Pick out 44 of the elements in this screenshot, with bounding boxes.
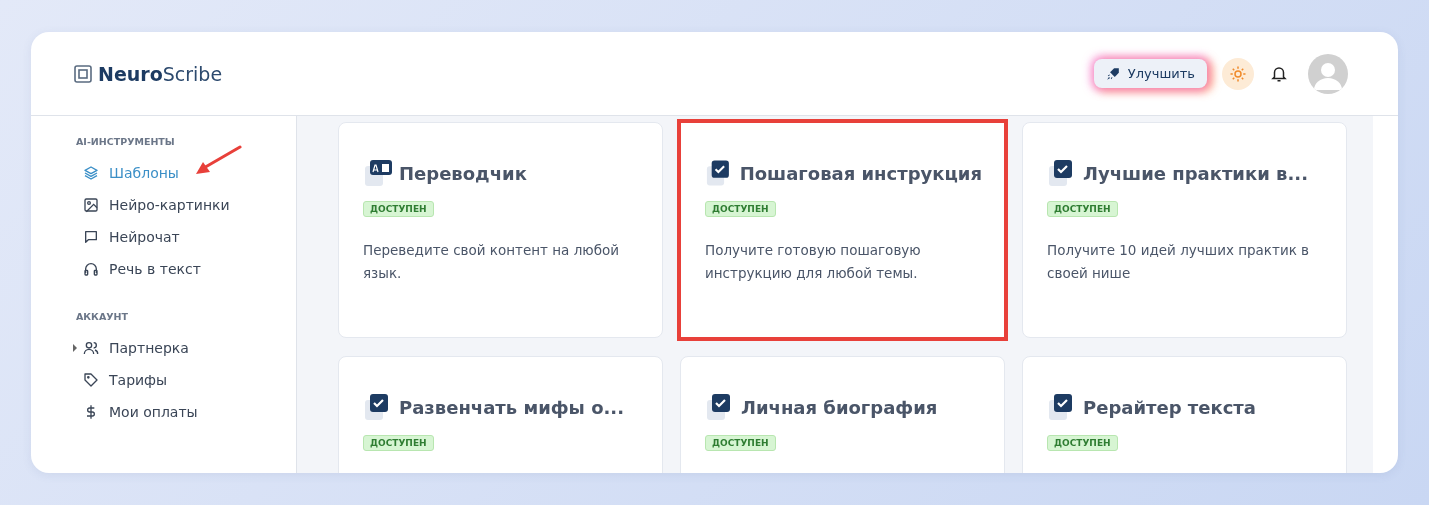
sidebar-item[interactable]: Тарифы: [76, 364, 168, 396]
template-card[interactable]: Переводчик ДОСТУПЕН Переведите свой контент на любой язык.: [338, 122, 663, 338]
logo-icon: [74, 64, 92, 83]
card-title: Пошаговая инструкция: [739, 162, 982, 184]
sidebar-item[interactable]: Нейрочат: [76, 221, 180, 253]
sidebar-item[interactable]: Нейро-картинки: [76, 189, 230, 221]
rocket-icon: [1105, 66, 1120, 81]
sidebar-item[interactable]: Мои оплаты: [76, 396, 198, 428]
availability-badge: ДОСТУПЕН: [363, 201, 434, 217]
sun-icon: [1229, 64, 1247, 83]
sidebar-item[interactable]: Речь в текст: [76, 253, 201, 285]
section-heading: AI-ИНСТРУМЕНТЫ: [76, 136, 176, 147]
headphones-icon: [83, 261, 99, 277]
availability-badge: ДОСТУПЕН: [705, 201, 776, 217]
layers-icon: [83, 165, 99, 181]
template-card[interactable]: Пошаговая инструкция ДОСТУПЕН Получите готовую пошаговую инструкцию для любой темы.: [680, 122, 1005, 338]
upgrade-button[interactable]: Улучшить: [1093, 59, 1207, 88]
image-icon: [83, 197, 99, 213]
card-title: Личная биография: [741, 396, 938, 418]
card-title: Рерайтер текста: [1083, 396, 1256, 418]
tag-icon: [83, 372, 99, 388]
card-title: Лучшие практики в...: [1083, 162, 1308, 184]
users-icon: [83, 340, 99, 356]
template-card[interactable]: Развенчать мифы о... ДОСТУПЕН: [338, 356, 663, 473]
card-title: Переводчик: [399, 162, 527, 184]
theme-toggle[interactable]: [1222, 57, 1254, 90]
avatar[interactable]: [1308, 53, 1348, 94]
chat-bubble-icon: [83, 229, 99, 245]
availability-badge: ДОСТУПЕН: [705, 435, 776, 451]
card-description: Переведите свой контент на любой язык.: [363, 241, 620, 283]
brand-name[interactable]: NeuroScribe: [98, 62, 223, 85]
section-heading: АККАУНТ: [76, 311, 129, 322]
translate-icon: [363, 158, 393, 188]
card-title: Развенчать мифы о...: [399, 396, 625, 418]
availability-badge: ДОСТУПЕН: [363, 435, 434, 451]
availability-badge: ДОСТУПЕН: [1047, 435, 1118, 451]
template-card[interactable]: Лучшие практики в... ДОСТУПЕН Получите 10 идей лучших практик в своей нише: [1022, 122, 1347, 338]
template-card[interactable]: Рерайтер текста ДОСТУПЕН: [1022, 356, 1347, 473]
card-description: Получите готовую пошаговую инструкцию для любой темы.: [705, 241, 922, 283]
sidebar-item[interactable]: Шаблоны: [76, 157, 179, 189]
sidebar-item[interactable]: Партнерка: [76, 332, 189, 364]
template-card[interactable]: Личная биография ДОСТУПЕН: [680, 356, 1005, 473]
card-description: Получите 10 идей лучших практик в своей нише: [1047, 241, 1311, 283]
availability-badge: ДОСТУПЕН: [1047, 201, 1118, 217]
